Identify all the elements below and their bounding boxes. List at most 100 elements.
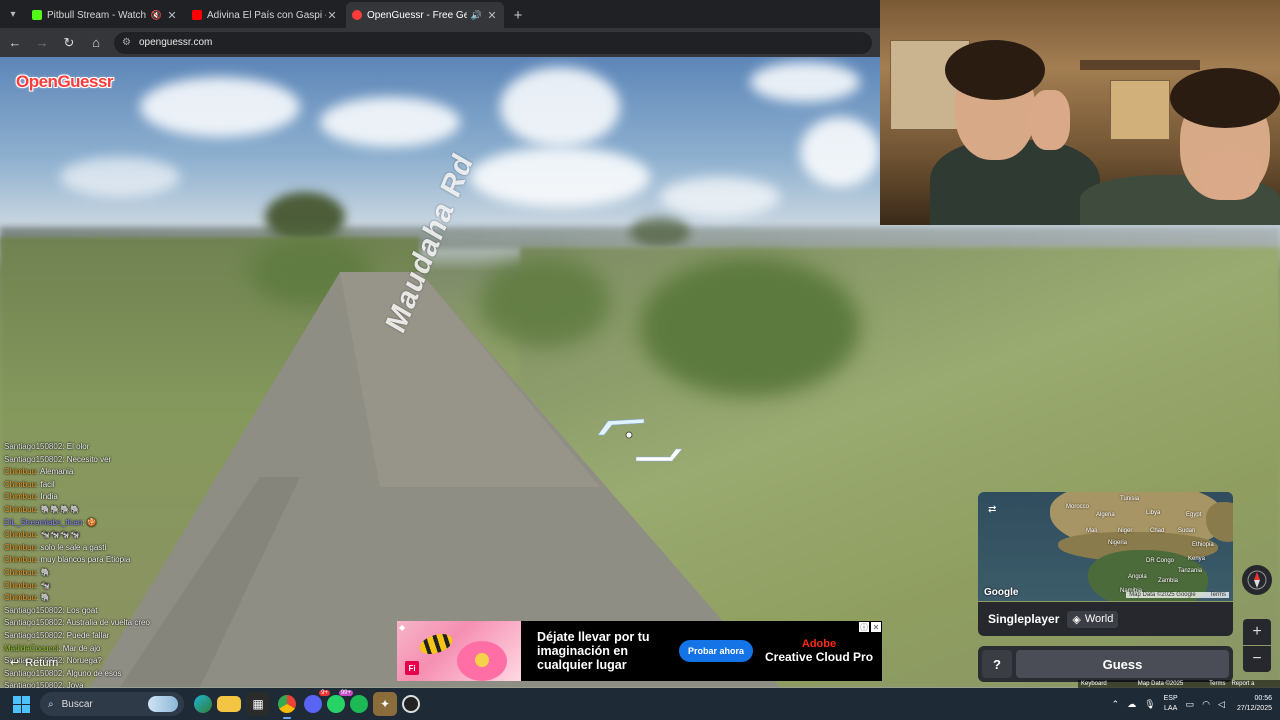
chrome-logo-icon (278, 695, 296, 713)
game-app-icon[interactable]: ✦ (373, 692, 397, 716)
tab-search-button[interactable]: ▾ (0, 0, 26, 28)
person-left-hair (945, 40, 1045, 100)
clock[interactable]: 00:56 27/12/2025 (1237, 694, 1272, 714)
muted-icon[interactable]: 🔇 (151, 10, 162, 21)
chat-message: Chimbuu: 🐘 (4, 593, 51, 603)
windows-taskbar: ⌕ Buscar ▦ 9+ 99+ ✦ ⌃ ☁ 🎙 ESP LAA ▭ ◠ ◁ … (0, 688, 1280, 720)
report-problem-link[interactable]: Report a problem (1228, 680, 1280, 695)
site-info-icon[interactable]: ⚙ (122, 37, 131, 48)
forward-icon[interactable]: → (30, 31, 54, 55)
ad-image: Fi (397, 621, 521, 681)
ad-product-name: Creative Cloud Pro (765, 650, 874, 664)
show-hidden-icons-icon[interactable]: ⌃ (1112, 699, 1120, 710)
ad-close-icon[interactable]: ✕ (871, 622, 881, 632)
wifi-icon[interactable]: ◠ (1202, 699, 1210, 710)
guess-bar: ? Guess (978, 646, 1233, 682)
help-button[interactable]: ? (982, 650, 1012, 678)
discord-badge: 9+ (319, 690, 330, 696)
taskbar-search[interactable]: ⌕ Buscar (40, 692, 184, 716)
layers-icon: ◈ (1072, 613, 1081, 626)
whatsapp-icon[interactable]: 99+ (327, 690, 353, 713)
flower-center (475, 653, 489, 667)
map-label: Libya (1146, 510, 1161, 516)
map-selector[interactable]: ◈ World (1067, 610, 1119, 628)
google-logo: Google (984, 587, 1019, 598)
zoom-out-button[interactable]: − (1243, 646, 1271, 672)
person-left-hand (1030, 90, 1070, 150)
microphone-icon[interactable]: 🎙 (1144, 699, 1155, 710)
map-data-text: Map Data ©2025 Google (1129, 592, 1196, 598)
return-label: Return (25, 656, 59, 669)
search-placeholder: Buscar (61, 698, 93, 710)
map-label: Algeria (1096, 512, 1115, 518)
map-terms-link[interactable]: Terms (1210, 592, 1226, 598)
map-label: Mali (1086, 528, 1098, 534)
chat-message: Santiago150802: Puede fallar (4, 630, 110, 640)
close-tab-icon[interactable]: ✕ (166, 9, 178, 22)
tab-pitbull-stream[interactable]: Pitbull Stream - Watch Live 🔇 ✕ (26, 2, 184, 28)
chat-message: Chimbuu: Alemania (4, 467, 74, 477)
home-icon[interactable]: ⌂ (84, 31, 108, 55)
close-tab-icon[interactable]: ✕ (326, 9, 338, 22)
guess-minimap[interactable]: Tunisia Morocco Algeria Libya Egypt Mali… (978, 492, 1233, 601)
ad-controls: ⓘ ✕ (859, 622, 881, 632)
tab-strip: ▾ Pitbull Stream - Watch Live 🔇 ✕ Adivin… (0, 0, 880, 28)
compass-icon[interactable] (1242, 565, 1272, 595)
guess-button[interactable]: Guess (1016, 650, 1229, 678)
date: 27/12/2025 (1236, 705, 1272, 712)
spotify-icon[interactable] (350, 695, 368, 713)
openguessr-favicon-icon (352, 10, 362, 20)
ad-banner[interactable]: Fi ◆ Déjate llevar por tu imaginación en… (397, 621, 882, 681)
chat-message: Santiago150802: Los goat (4, 605, 98, 615)
map-settings-icon[interactable]: ⇄ (988, 504, 996, 515)
ad-brand: Adobe Creative Cloud Pro (765, 638, 873, 664)
chrome-icon[interactable] (275, 692, 299, 719)
tab-title: Adivina El País con Gaspi - YouT (207, 9, 326, 21)
map-label: Sudan (1178, 528, 1196, 534)
ad-info-icon[interactable]: ⓘ (859, 622, 869, 632)
zoom-in-button[interactable]: + (1243, 619, 1271, 645)
file-explorer-icon[interactable] (217, 696, 241, 712)
map-label: Niger (1118, 528, 1133, 534)
tab-openguessr[interactable]: OpenGuessr - Free GeoGuessr 🔊 ✕ (346, 2, 504, 28)
firefly-app-icon: Fi (405, 661, 419, 675)
language-indicator[interactable]: ESP LAA (1164, 694, 1178, 714)
back-icon[interactable]: ← (3, 31, 27, 55)
reload-icon[interactable]: ↻ (57, 31, 81, 55)
map-label: Morocco (1066, 504, 1090, 510)
bee-icon (417, 630, 455, 658)
new-tab-button[interactable]: + (506, 2, 530, 28)
volume-icon[interactable]: ◁ (1218, 699, 1225, 710)
edge-icon[interactable] (194, 695, 212, 713)
terms-link[interactable]: Terms (1206, 680, 1228, 688)
chat-message: Chimbuu: India (4, 492, 58, 502)
tab-title: OpenGuessr - Free GeoGuessr (367, 9, 467, 21)
keyboard-shortcuts-link[interactable]: Keyboard shortcuts (1078, 680, 1135, 695)
tab-adivina-el-pais[interactable]: Adivina El País con Gaspi - YouT ✕ (186, 2, 344, 28)
map-label: Angola (1128, 574, 1147, 580)
windows-start-icon[interactable] (8, 691, 34, 717)
map-data-label: Map Data ©2025 Google (1137, 681, 1184, 695)
language-code: ESP (1163, 695, 1178, 702)
layout-code: LAA (1164, 705, 1178, 712)
return-arrow-icon: ↩ (10, 657, 20, 669)
map-name: World (1084, 613, 1114, 625)
whatsapp-badge: 99+ (338, 690, 353, 696)
obs-icon[interactable] (402, 695, 420, 713)
chat-message: Chimbuu: muy blancos para Etiopia (4, 555, 131, 565)
discord-icon[interactable]: 9+ (304, 690, 330, 713)
store-icon[interactable]: ▦ (246, 692, 270, 716)
person-right-hand (1200, 150, 1260, 200)
display-icon[interactable]: ▭ (1186, 699, 1195, 710)
network-tray-icon[interactable]: ☁ (1127, 699, 1136, 710)
openguessr-logo[interactable]: OpenGuessr (16, 72, 114, 92)
speaker-icon[interactable]: 🔊 (471, 10, 482, 21)
ad-headline: Déjate llevar por tu imaginación en cual… (537, 630, 650, 672)
map-label: Tanzania (1178, 568, 1203, 574)
navigation-arrow-icon[interactable] (596, 417, 686, 467)
return-button[interactable]: ↩ Return (10, 656, 59, 670)
game-mode-bar: Singleplayer ◈ World (978, 602, 1233, 636)
address-bar[interactable]: ⚙ openguessr.com (114, 31, 872, 54)
ad-cta-button[interactable]: Probar ahora (679, 640, 753, 662)
close-tab-icon[interactable]: ✕ (486, 9, 498, 22)
